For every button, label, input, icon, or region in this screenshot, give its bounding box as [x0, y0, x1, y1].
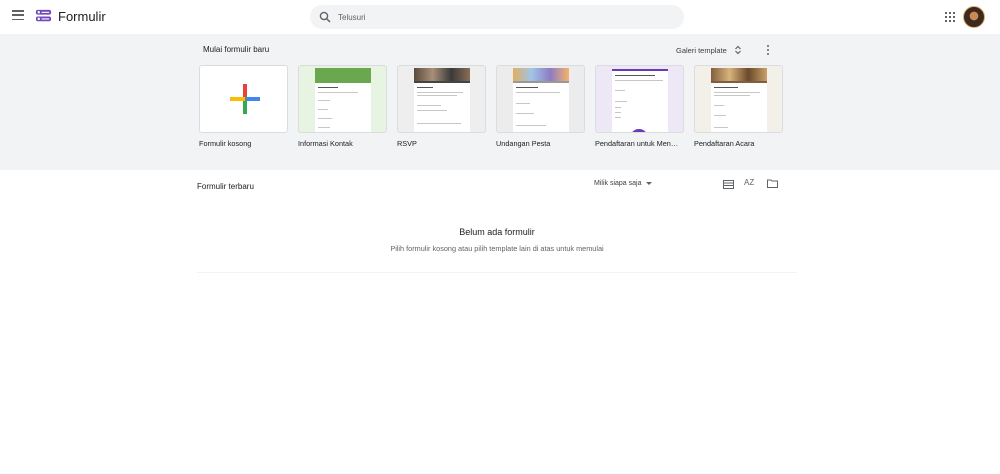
template-label: Pendaftaran Acara [694, 139, 755, 148]
template-label: Informasi Kontak [298, 139, 353, 148]
template-header-image [315, 68, 371, 81]
top-bar: Formulir [0, 0, 1000, 34]
template-header-image [711, 68, 767, 81]
template-party-invite[interactable]: Undangan Pesta [496, 65, 585, 148]
template-thumbnail[interactable] [595, 65, 684, 133]
template-label: Undangan Pesta [496, 139, 551, 148]
template-label: Formulir kosong [199, 139, 252, 148]
template-rsvp[interactable]: RSVP [397, 65, 486, 148]
main-menu-icon[interactable] [12, 10, 24, 21]
owner-filter-label: Milik siapa saja [594, 180, 642, 187]
template-header-image [513, 68, 569, 81]
dropdown-caret-icon [646, 182, 653, 185]
template-thumbnail[interactable] [298, 65, 387, 133]
template-preview-card [513, 81, 569, 132]
template-thumbnail[interactable] [694, 65, 783, 133]
template-gallery-button[interactable]: Galeri template [676, 43, 742, 57]
search-input[interactable] [338, 5, 668, 29]
list-view-icon[interactable] [723, 180, 734, 189]
unfold-icon [734, 45, 741, 55]
owner-filter-dropdown[interactable]: Milik siapa saja [594, 180, 653, 187]
template-preview-card [711, 81, 767, 132]
app-title[interactable]: Formulir [58, 9, 106, 24]
template-blank[interactable]: Formulir kosong [199, 65, 288, 148]
template-thumbnail[interactable] [199, 65, 288, 133]
sort-az-icon[interactable]: AZ [744, 178, 754, 187]
empty-state-subtitle: Pilih formulir kosong atau pilih templat… [390, 244, 604, 253]
template-header-image [414, 68, 470, 81]
template-gallery-label: Galeri template [676, 45, 727, 55]
search-icon[interactable] [319, 11, 331, 23]
new-form-section: Mulai formulir baru Galeri template Form… [0, 34, 1000, 170]
recent-forms-heading: Formulir terbaru [197, 182, 254, 191]
template-preview-card [315, 81, 371, 132]
empty-state-title: Belum ada formulir [459, 227, 535, 237]
new-form-heading: Mulai formulir baru [203, 45, 270, 54]
template-label: Pendaftaran untuk Men… [595, 139, 679, 148]
search-bar[interactable] [310, 5, 684, 29]
more-options-icon[interactable] [764, 44, 772, 56]
apps-grid-icon[interactable] [945, 12, 955, 22]
template-label: RSVP [397, 139, 417, 148]
forms-logo-icon[interactable] [35, 8, 52, 25]
plus-icon [230, 84, 260, 114]
folder-icon[interactable] [767, 179, 778, 188]
template-event-registration[interactable]: Pendaftaran Acara [694, 65, 783, 148]
template-thumbnail[interactable] [397, 65, 486, 133]
template-preview-card [612, 69, 668, 132]
template-preview-card [414, 81, 470, 132]
template-thumbnail[interactable] [496, 65, 585, 133]
template-registration[interactable]: Pendaftaran untuk Men… [595, 65, 684, 148]
empty-state: Belum ada formulir Pilih formulir kosong… [197, 205, 797, 273]
template-contact-info[interactable]: Informasi Kontak [298, 65, 387, 148]
account-avatar[interactable] [963, 6, 985, 28]
